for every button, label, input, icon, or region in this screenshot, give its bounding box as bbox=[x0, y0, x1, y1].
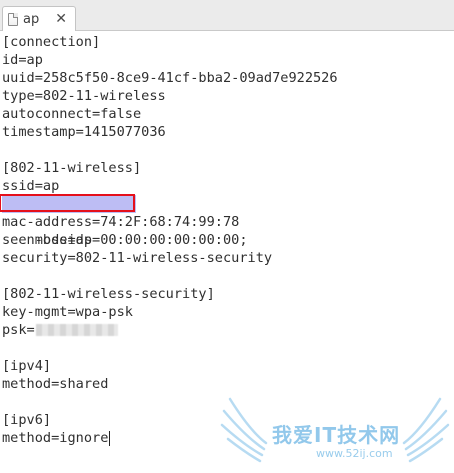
editor-line: timestamp=1415077036 bbox=[2, 124, 166, 140]
editor-line: key-mgmt=wpa-psk bbox=[2, 304, 133, 320]
editor-line: security=802-11-wireless-security bbox=[2, 250, 273, 266]
editor-line-psk: psk= bbox=[2, 321, 454, 339]
text-cursor bbox=[109, 430, 111, 446]
editor-line: method=shared bbox=[2, 376, 109, 392]
editor-line: ssid=ap bbox=[2, 178, 60, 194]
editor-line: [802-11-wireless-security] bbox=[2, 286, 215, 302]
editor-line: seen-bssids=00:00:00:00:00:00; bbox=[2, 232, 248, 248]
text-editor[interactable]: [connection] id=ap uuid=258c5f50-8ce9-41… bbox=[0, 33, 454, 473]
editor-line: [ipv6] bbox=[2, 412, 52, 428]
editor-line: method=ignore bbox=[2, 430, 111, 446]
redacted-password bbox=[35, 324, 118, 336]
selected-line-mode: mode=ap bbox=[0, 194, 454, 248]
editor-line: mac-address=74:2F:68:74:99:78 bbox=[2, 214, 240, 230]
close-icon[interactable]: ✕ bbox=[55, 12, 67, 26]
editor-line: type=802-11-wireless bbox=[2, 88, 166, 104]
editor-line: id=ap bbox=[2, 52, 43, 68]
editor-line: uuid=258c5f50-8ce9-41cf-bba2-09ad7e92252… bbox=[2, 70, 338, 86]
editor-line: [802-11-wireless] bbox=[2, 160, 142, 176]
tab-ap[interactable]: ap ✕ bbox=[2, 6, 76, 31]
editor-line: [connection] bbox=[2, 34, 101, 50]
editor-line: [ipv4] bbox=[2, 358, 52, 374]
tab-title: ap bbox=[23, 11, 40, 27]
annotation-box bbox=[0, 194, 135, 212]
tab-bar: ap ✕ bbox=[0, 0, 454, 31]
text-file-icon bbox=[8, 12, 18, 26]
editor-line: autoconnect=false bbox=[2, 106, 142, 122]
